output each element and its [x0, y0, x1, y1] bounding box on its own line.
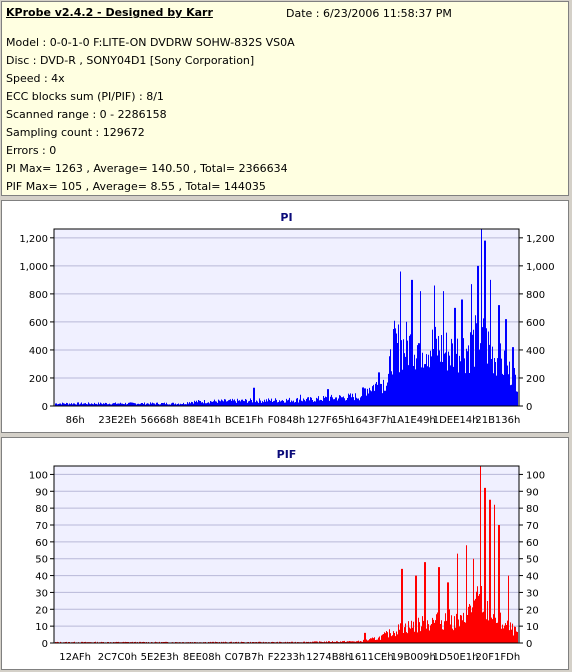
pi-ytick-label-left: 1,000	[19, 262, 48, 273]
pi-ytick-label-left: 600	[29, 318, 48, 329]
pif-ytick-label-left: 50	[35, 555, 48, 566]
pi-ytick-label-left: 0	[42, 402, 48, 413]
pif-xtick-label: 1274B8h	[306, 652, 351, 663]
sampling-count-line: Sampling count : 129672	[6, 126, 145, 139]
pif-ytick-label-left: 90	[35, 487, 48, 498]
pif-xtick-label: 19B009h	[391, 652, 436, 663]
pif-ytick-label-right: 100	[526, 470, 545, 481]
pi-xtick-label: 21B136h	[475, 415, 520, 426]
pi-stats-line: PI Max= 1263 , Average= 140.50 , Total= …	[6, 162, 288, 175]
pi-ytick-label-left: 1,200	[19, 234, 48, 245]
pi-ytick-label-right: 600	[526, 318, 545, 329]
pif-ytick-label-right: 40	[526, 572, 539, 583]
pif-ytick-label-right: 90	[526, 487, 539, 498]
pif-ytick-label-left: 20	[35, 605, 48, 616]
pi-ytick-label-right: 1,200	[526, 234, 555, 245]
pif-ytick-label-right: 50	[526, 555, 539, 566]
pi-ytick-label-left: 400	[29, 346, 48, 357]
pif-ytick-label-left: 30	[35, 588, 48, 599]
pif-xtick-label: C07B7h	[225, 652, 264, 663]
pif-chart-panel: PIF 0 0 10 10 20 20 30 30 40 40 50 50 60 60 70 70 80 80 90 9…	[1, 437, 569, 670]
pi-ytick-label-right: 200	[526, 374, 545, 385]
pi-ytick-label-right: 0	[526, 402, 532, 413]
ecc-line: ECC blocks sum (PI/PIF) : 8/1	[6, 90, 164, 103]
scanned-range-line: Scanned range : 0 - 2286158	[6, 108, 167, 121]
pi-ytick-label-left: 800	[29, 290, 48, 301]
pi-xtick-label: 56668h	[141, 415, 179, 426]
pi-xtick-label: 127F65h	[307, 415, 351, 426]
pif-ytick-label-left: 10	[35, 622, 48, 633]
pif-xtick-label: 1D50E1h	[433, 652, 479, 663]
pif-ytick-label-right: 60	[526, 538, 539, 549]
scan-date: Date : 6/23/2006 11:58:37 PM	[286, 7, 452, 20]
speed-line: Speed : 4x	[6, 72, 65, 85]
pi-ytick-label-right: 1,000	[526, 262, 555, 273]
pi-xtick-label: 23E2Eh	[98, 415, 136, 426]
pif-ytick-label-left: 100	[29, 470, 48, 481]
model-line: Model : 0-0-1-0 F:LITE-ON DVDRW SOHW-832…	[6, 36, 295, 49]
info-panel: KProbe v2.4.2 - Designed by Karr Date : …	[1, 1, 569, 196]
pi-chart-panel: PI 0 0 200 200 400 400 600 600 800 800 1,000 1,000 1,…	[1, 200, 569, 433]
pi-xtick-label: 1A1E49h	[391, 415, 436, 426]
pif-xtick-label: 8EE08h	[183, 652, 221, 663]
pif-xtick-label: 5E2E3h	[141, 652, 179, 663]
pi-chart-title: PI	[280, 211, 292, 224]
pif-chart-title: PIF	[277, 448, 297, 461]
pi-xtick-label: BCE1Fh	[225, 415, 263, 426]
pif-ytick-label-left: 40	[35, 572, 48, 583]
pif-ytick-label-right: 80	[526, 504, 539, 515]
pi-xtick-label: 88E41h	[183, 415, 221, 426]
pif-xtick-label: 12AFh	[59, 652, 91, 663]
pif-ytick-label-right: 30	[526, 588, 539, 599]
pi-ytick-label-left: 200	[29, 374, 48, 385]
pif-stats-line: PIF Max= 105 , Average= 8.55 , Total= 14…	[6, 180, 266, 193]
app-title: KProbe v2.4.2 - Designed by Karr	[6, 6, 213, 19]
pif-ytick-label-right: 20	[526, 605, 539, 616]
disc-line: Disc : DVD-R , SONY04D1 [Sony Corporatio…	[6, 54, 255, 67]
pi-chart: PI 0 0 200 200 400 400 600 600 800 800 1,000 1,000 1,…	[19, 211, 555, 426]
pif-ytick-label-right: 70	[526, 521, 539, 532]
pi-xtick-label: 1643F7h	[349, 415, 393, 426]
pif-xtick-label: 1611CEh	[348, 652, 393, 663]
pif-ytick-label-left: 0	[42, 639, 48, 650]
pif-ytick-label-left: 70	[35, 521, 48, 532]
pif-chart: PIF 0 0 10 10 20 20 30 30 40 40 50 50 60 60 70 70 80 80 90 9…	[29, 448, 545, 663]
pif-ytick-label-right: 10	[526, 622, 539, 633]
pif-xtick-label: 20F1FDh	[476, 652, 521, 663]
pif-ytick-label-left: 80	[35, 504, 48, 515]
pif-xtick-label: F2233h	[268, 652, 306, 663]
errors-line: Errors : 0	[6, 144, 57, 157]
pi-xtick-label: 1DEE14h	[433, 415, 479, 426]
pi-xtick-label: 86h	[66, 415, 85, 426]
pi-xtick-label: F0848h	[268, 415, 306, 426]
pi-ytick-label-right: 800	[526, 290, 545, 301]
pif-ytick-label-left: 60	[35, 538, 48, 549]
pif-ytick-label-right: 0	[526, 639, 532, 650]
pi-ytick-label-right: 400	[526, 346, 545, 357]
pif-xtick-label: 2C7C0h	[98, 652, 137, 663]
